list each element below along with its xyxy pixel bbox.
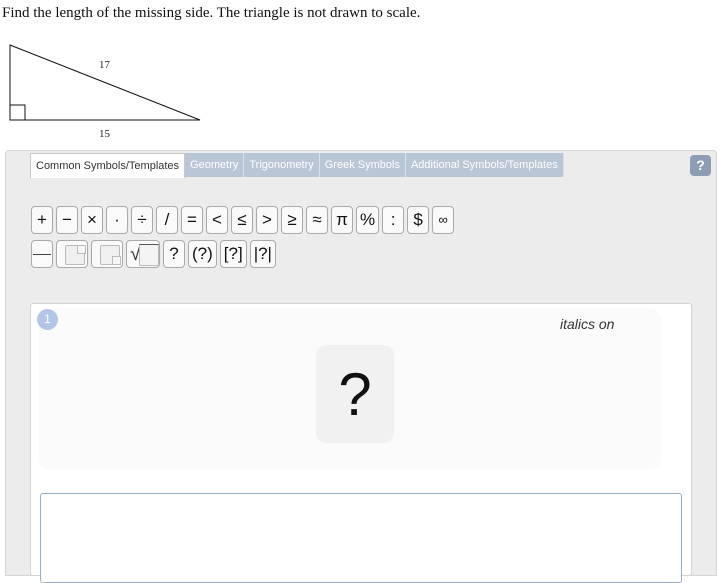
tab-geometry[interactable]: Geometry: [185, 153, 245, 177]
absolute-value-button[interactable]: |?|: [249, 240, 276, 268]
pi-button[interactable]: π: [331, 206, 353, 234]
plus-button[interactable]: +: [31, 206, 53, 234]
right-angle-marker: [9, 104, 26, 121]
tab-greek-symbols[interactable]: Greek Symbols: [319, 153, 406, 177]
answer-placeholder-box[interactable]: ?: [316, 345, 394, 443]
symbol-toolbar-row-2: √ ? (?) [?] |?|: [31, 240, 276, 268]
equals-button[interactable]: =: [181, 206, 203, 234]
times-button[interactable]: ×: [81, 206, 103, 234]
tab-common-symbols[interactable]: Common Symbols/Templates: [30, 153, 186, 178]
greater-than-button[interactable]: >: [256, 206, 278, 234]
colon-button[interactable]: :: [382, 206, 405, 234]
infinity-button[interactable]: ∞: [432, 206, 455, 234]
answer-number-badge: 1: [37, 309, 58, 330]
greater-equal-button[interactable]: ≥: [281, 206, 303, 234]
slash-button[interactable]: /: [156, 206, 178, 234]
tab-additional-symbols[interactable]: Additional Symbols/Templates: [405, 153, 564, 177]
square-root-button[interactable]: √: [126, 240, 160, 268]
symbol-tabs: Common Symbols/Templates Geometry Trigon…: [30, 153, 564, 178]
symbol-toolbar-row-1: + − × · ÷ / = < ≤ > ≥ ≈ π % : $ ∞: [31, 206, 455, 234]
base-label: 15: [99, 128, 111, 140]
subscript-template-button[interactable]: [91, 240, 123, 268]
question-text: Find the length of the missing side. The…: [2, 5, 421, 21]
less-equal-button[interactable]: ≤: [231, 206, 253, 234]
superscript-box-icon: [77, 245, 86, 254]
superscript-template-button[interactable]: [56, 240, 88, 268]
fraction-template-button[interactable]: [31, 240, 53, 268]
subscript-box-icon: [112, 256, 121, 265]
radicand-box-icon: [139, 244, 159, 266]
approx-button[interactable]: ≈: [306, 206, 328, 234]
dot-button[interactable]: ·: [106, 206, 128, 234]
brackets-button[interactable]: [?]: [219, 240, 247, 268]
triangle-shape: [9, 44, 201, 121]
answer-text-field[interactable]: [40, 493, 682, 583]
hypotenuse-label: 17: [99, 59, 111, 71]
divide-button[interactable]: ÷: [131, 206, 153, 234]
dollar-button[interactable]: $: [407, 206, 430, 234]
placeholder-button[interactable]: ?: [163, 240, 185, 268]
tab-trigonometry[interactable]: Trigonometry: [244, 153, 320, 177]
right-triangle-figure: 17 15: [9, 44, 201, 140]
parentheses-button[interactable]: (?): [188, 240, 217, 268]
italics-status[interactable]: italics on: [560, 316, 614, 332]
help-button[interactable]: ?: [690, 155, 711, 176]
minus-button[interactable]: −: [56, 206, 78, 234]
less-than-button[interactable]: <: [206, 206, 228, 234]
percent-button[interactable]: %: [356, 206, 380, 234]
